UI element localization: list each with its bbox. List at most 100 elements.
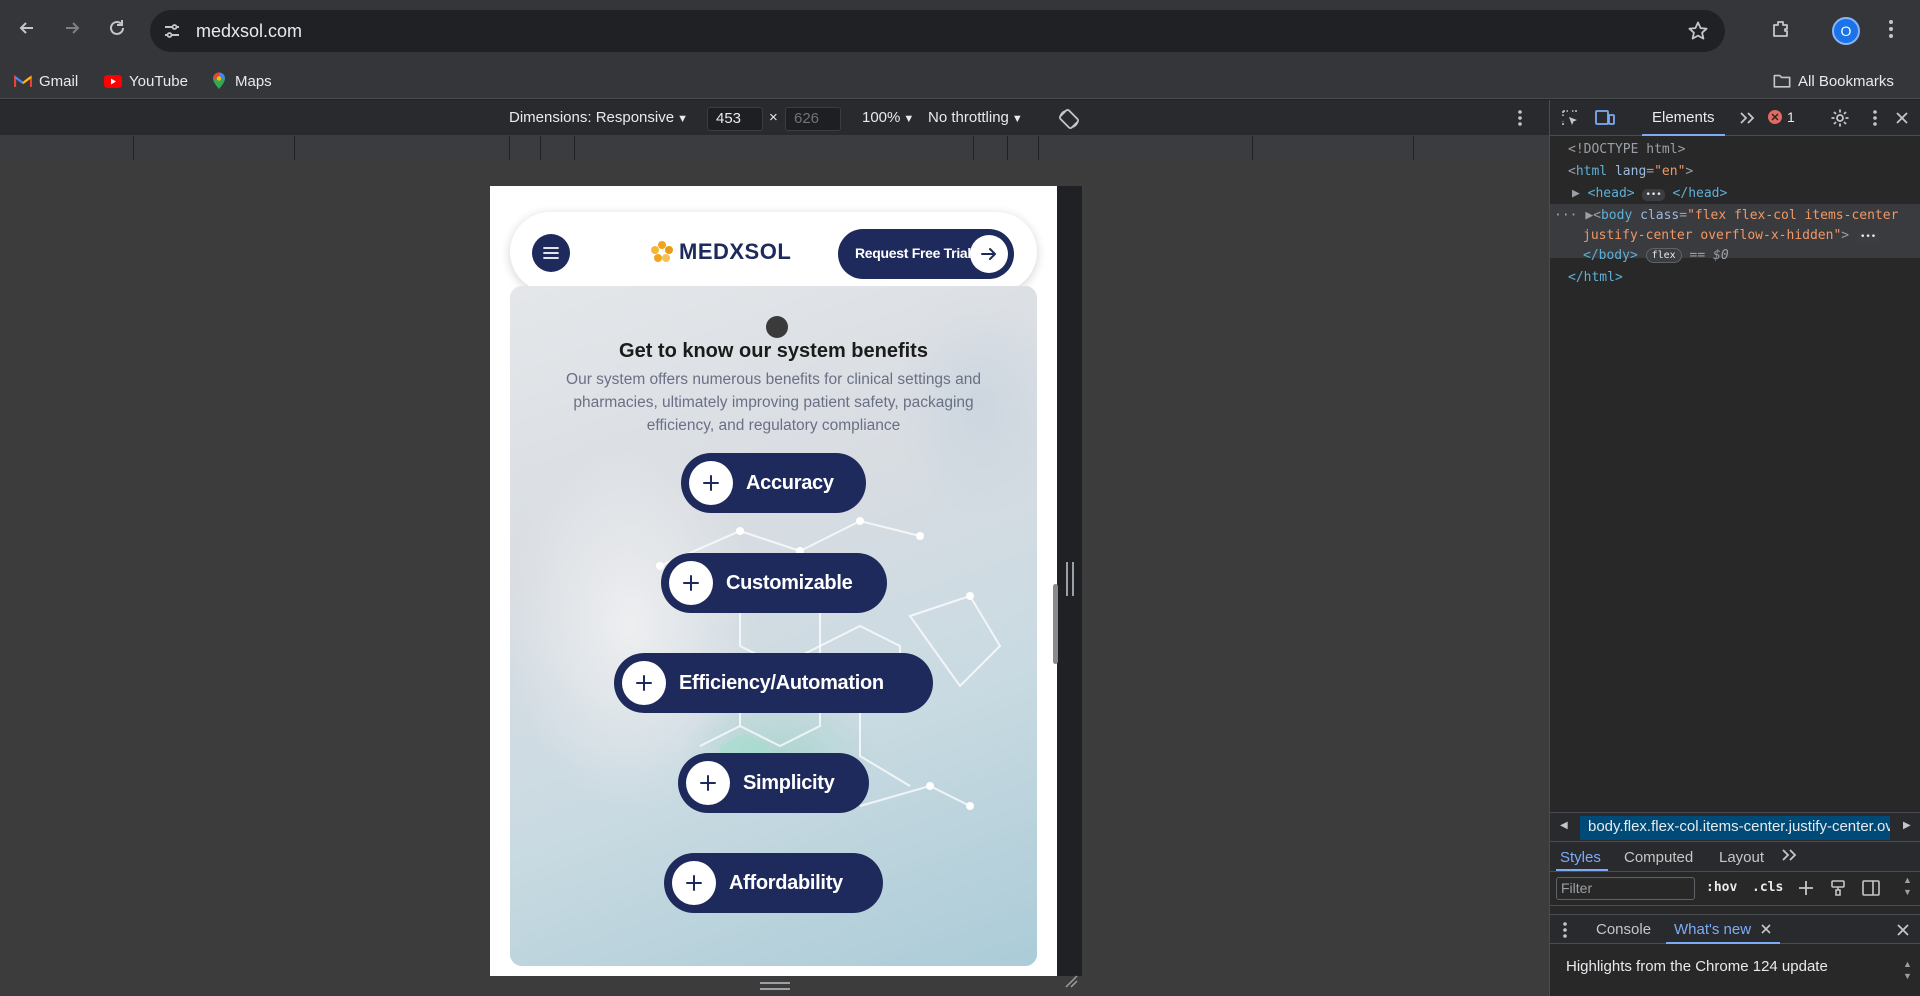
tab-whats-new[interactable]: What's new [1674,921,1751,938]
site-header: MEDXSOL Request Free Trial [510,212,1037,292]
device-toggle-icon[interactable] [1595,108,1615,128]
viewport-scrollbar[interactable] [1053,584,1058,664]
class-toggle[interactable]: .cls [1752,880,1783,895]
node-actions-icon[interactable]: ··· [1554,208,1577,223]
all-bookmarks-button[interactable]: All Bookmarks [1773,70,1894,92]
rotate-icon[interactable] [1057,107,1081,131]
body-attr-name: class [1640,208,1680,223]
forward-button[interactable] [57,13,87,43]
breadcrumb[interactable]: body.flex.flex-col.items-center.justify-… [1580,816,1890,840]
dom-html-close[interactable]: </html> [1568,270,1623,285]
reload-icon [110,20,124,35]
scroll-arrows-icon[interactable]: ▲ ▼ [1903,958,1912,982]
media-query-divider [540,136,541,160]
inspect-element-icon[interactable] [1560,108,1580,128]
styles-filter-input[interactable]: Filter [1556,877,1695,900]
resize-corner-icon[interactable] [1064,974,1078,988]
benefit-simplicity-button[interactable]: Simplicity [678,753,869,813]
profile-avatar[interactable]: O [1832,17,1860,45]
url-text[interactable]: medxsol.com [196,21,302,42]
media-query-divider [133,136,134,160]
height-input[interactable]: 626 [785,107,841,131]
bookmark-maps[interactable]: Maps [210,70,272,92]
dom-tree: <!DOCTYPE html> <html lang="en"> ▶ <head… [1550,136,1920,796]
close-tab-icon[interactable] [1760,923,1772,935]
menu-icon [543,247,559,259]
zoom-dropdown[interactable]: 100% ▼ [862,109,914,126]
gmail-icon [14,72,32,90]
paint-brush-icon[interactable] [1830,880,1846,896]
ellipsis-badge[interactable]: ••• [1642,189,1665,201]
device-more-icon[interactable] [1517,109,1523,127]
devtools-more-icon[interactable] [1865,108,1885,128]
media-query-divider [1252,136,1253,160]
width-input[interactable]: 453 [707,107,763,131]
benefit-efficiency-automation-button[interactable]: Efficiency/Automation [614,653,933,713]
dimensions-dropdown[interactable]: Dimensions: Responsive ▼ [509,109,688,126]
scroll-arrows-icon[interactable]: ▲ ▼ [1903,874,1912,898]
error-counter[interactable]: ✕ 1 [1768,109,1795,125]
scroll-left-icon[interactable]: ◀ [1560,820,1568,831]
tab-computed[interactable]: Computed [1624,849,1693,866]
sidebar-toggle-icon[interactable] [1862,880,1880,896]
site-info-icon[interactable] [160,19,184,43]
browser-toolbar: medxsol.com O [0,0,1920,62]
dom-doctype[interactable]: <!DOCTYPE html> [1568,142,1685,157]
whats-new-panel: Highlights from the Chrome 124 update ▲ ▼ [1550,944,1920,996]
more-tabs-chevron-icon[interactable] [1737,108,1757,128]
hover-state-toggle[interactable]: :hov [1706,880,1737,895]
html-tag: html [1575,164,1608,179]
bookmark-star-icon[interactable] [1687,20,1709,42]
back-button[interactable] [12,13,42,43]
benefit-accuracy-button[interactable]: Accuracy [681,453,866,513]
ellipsis-badge[interactable]: ••• [1856,231,1880,243]
expand-triangle-icon[interactable]: ▶ [1572,186,1580,201]
benefit-label: Affordability [729,871,843,894]
benefit-customizable-button[interactable]: Customizable [661,553,887,613]
add-rule-icon[interactable] [1798,880,1814,896]
tab-console[interactable]: Console [1596,921,1651,938]
bookmark-gmail[interactable]: Gmail [14,70,78,92]
throttling-dropdown[interactable]: No throttling ▼ [928,109,1023,126]
reload-button[interactable] [102,13,132,43]
bookmark-youtube[interactable]: YouTube [104,70,188,92]
extensions-icon[interactable] [1766,14,1796,44]
address-bar[interactable]: medxsol.com [150,10,1725,52]
dom-body-close[interactable]: </body> flex == $0 [1583,248,1729,263]
dom-body-node-cont[interactable]: justify-center overflow-x-hidden"> ••• [1583,228,1880,243]
dom-body-node[interactable]: ··· ▶<body class="flex flex-col items-ce… [1554,208,1898,223]
whats-new-headline: Highlights from the Chrome 124 update [1566,958,1828,975]
tab-styles[interactable]: Styles [1560,849,1601,866]
dom-html-node[interactable]: <html lang="en"> [1568,164,1693,179]
flex-badge[interactable]: flex [1645,248,1682,263]
plus-icon [686,761,730,805]
youtube-icon [104,72,122,90]
resize-handle-bottom[interactable] [760,982,790,990]
tab-layout[interactable]: Layout [1719,849,1764,866]
expand-triangle-icon[interactable]: ▶ [1585,208,1593,223]
logo-mark-icon [651,241,673,262]
site-logo[interactable]: MEDXSOL [650,239,791,265]
caret-down-icon: ▼ [1011,113,1023,125]
more-tabs-chevron-icon[interactable] [1781,848,1797,862]
request-free-trial-button[interactable]: Request Free Trial [838,229,1014,279]
scroll-right-icon[interactable]: ▶ [1903,820,1911,831]
benefit-affordability-button[interactable]: Affordability [664,853,883,913]
close-drawer-icon[interactable] [1896,923,1910,937]
benefit-label: Simplicity [743,771,835,794]
media-query-bar[interactable] [0,136,1549,160]
chrome-menu-icon[interactable] [1876,14,1906,44]
drawer-menu-icon[interactable] [1562,921,1568,939]
benefit-label: Efficiency/Automation [679,671,884,694]
close-devtools-icon[interactable] [1892,108,1912,128]
resize-handle-right[interactable] [1066,562,1074,596]
settings-gear-icon[interactable] [1830,108,1850,128]
throttling-label: No throttling [928,109,1009,126]
devtools-tab-bar: Elements ✕ 1 [1550,100,1920,136]
tab-elements[interactable]: Elements [1642,100,1725,136]
bookmark-label: Gmail [39,72,79,90]
dom-head-node[interactable]: ▶ <head> ••• </head> [1572,186,1727,201]
benefit-label: Accuracy [746,471,834,494]
hamburger-menu-button[interactable] [532,234,570,272]
body-close-tag: </body> [1583,248,1638,263]
